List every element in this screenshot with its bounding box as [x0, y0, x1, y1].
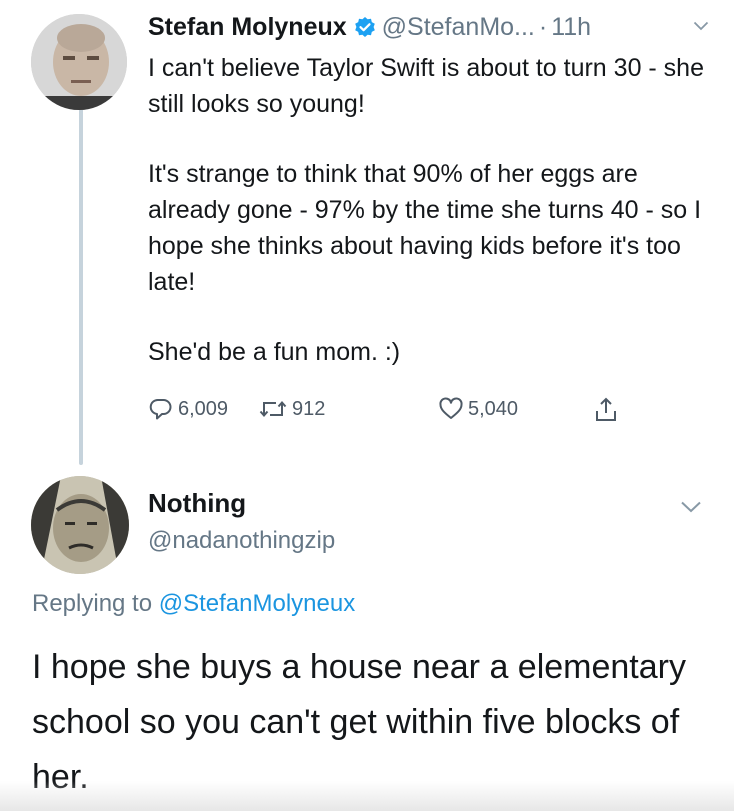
header-separator: · — [538, 12, 548, 41]
tweet-paragraph: I can't believe Taylor Swift is about to… — [148, 54, 704, 118]
retweet-count: 912 — [292, 397, 326, 420]
like-count: 5,040 — [468, 397, 519, 420]
replying-label: Replying to — [32, 590, 153, 617]
like-button[interactable]: 5,040 — [438, 396, 518, 422]
tweet-paragraph: She'd be a fun mom. :) — [148, 338, 401, 366]
retweet-button[interactable]: 912 — [258, 396, 325, 422]
share-icon — [593, 396, 623, 424]
replying-to-line: Replying to @StefanMolyneux — [32, 590, 355, 618]
avatar-image — [31, 14, 127, 110]
chevron-down-icon[interactable] — [680, 500, 702, 514]
avatar[interactable] — [31, 476, 129, 574]
author-name[interactable]: Stefan Molyneux — [148, 13, 347, 42]
heart-icon — [438, 396, 468, 422]
avatar-image — [31, 476, 129, 574]
author-handle[interactable]: @nadanothingzip — [148, 527, 335, 555]
tweet-timestamp[interactable]: 11h — [551, 13, 591, 42]
reply-button[interactable]: 6,009 — [148, 396, 228, 422]
verified-badge-icon — [354, 16, 376, 38]
chevron-down-icon[interactable] — [693, 20, 709, 32]
thread-connector-line — [79, 108, 83, 465]
author-handle[interactable]: @StefanMo... — [382, 13, 535, 42]
tweet-paragraph: It's strange to think that 90% of her eg… — [148, 160, 702, 296]
screenshot-edge-shade — [0, 781, 734, 811]
reply-icon — [148, 396, 178, 422]
retweet-icon — [258, 396, 292, 422]
mention-link[interactable]: @StefanMolyneux — [159, 590, 355, 617]
author-name[interactable]: Nothing — [148, 488, 246, 519]
share-button[interactable] — [593, 396, 623, 424]
tweet-text: I can't believe Taylor Swift is about to… — [148, 50, 708, 370]
tweet-header: Stefan Molyneux @StefanMo... · 11h — [148, 10, 591, 44]
avatar[interactable] — [31, 14, 127, 110]
reply-count: 6,009 — [178, 397, 229, 420]
